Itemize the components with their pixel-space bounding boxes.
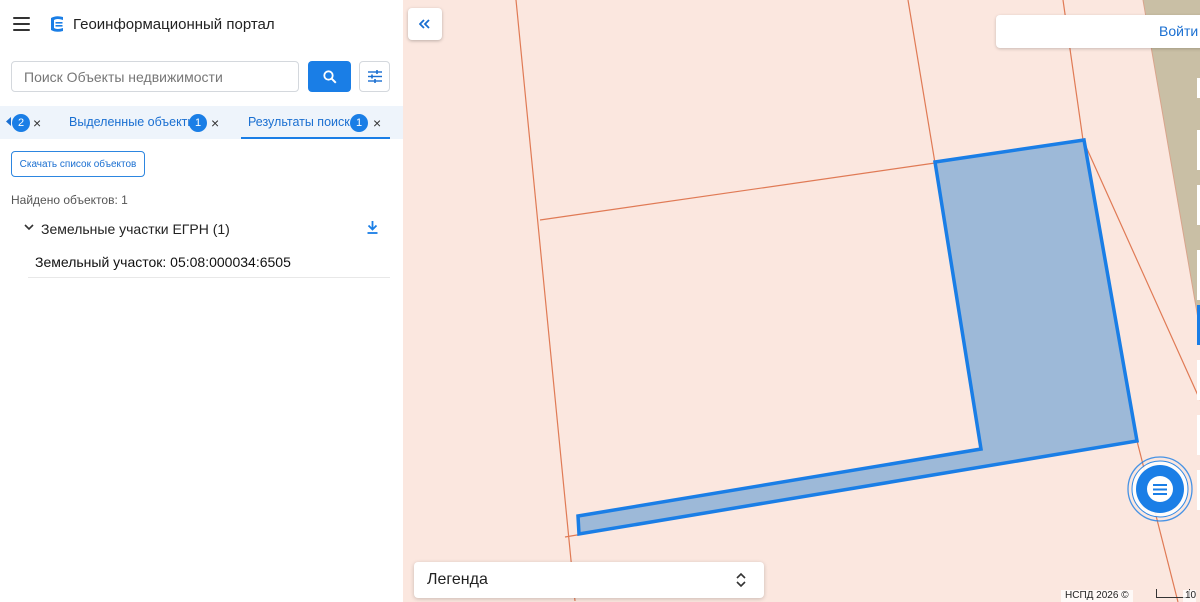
double-chevron-left-icon [419,19,430,29]
result-group-title[interactable]: Земельные участки ЕГРН (1) [41,221,230,237]
filter-sliders-icon [367,70,382,83]
filter-button[interactable] [359,61,390,92]
download-icon[interactable] [366,220,379,235]
found-count: Найдено объектов: 1 [11,193,128,207]
map-canvas[interactable] [403,0,1200,602]
expand-collapse-icon[interactable] [736,572,746,588]
legend-title: Легенда [427,571,488,588]
active-tab-indicator [241,137,390,139]
side-panel: Геоинформационный портал 2 × Выделенные … [0,0,403,602]
portal-logo-icon [51,16,63,32]
search-icon [322,69,337,84]
tab-search-results[interactable]: Результаты поиска [248,115,357,129]
chat-icon[interactable] [1125,454,1195,524]
tab-badge: 2 [12,114,30,132]
list-item[interactable]: Земельный участок: 05:08:000034:6505 [28,247,390,278]
scale-label: 10 [1183,590,1197,602]
tab-close-icon[interactable]: × [33,116,41,130]
map-view[interactable]: Войти Легенда НСПД 2026 © 10 [403,0,1200,602]
chevron-down-icon[interactable] [24,224,34,231]
legend-panel[interactable]: Легенда [414,562,764,598]
search-button[interactable] [308,61,351,92]
tab-bar: 2 × Выделенные объекты 1 × Результаты по… [0,106,403,139]
tab-badge: 1 [189,114,207,132]
search-input[interactable] [11,61,299,92]
hamburger-icon[interactable] [13,17,30,31]
app-title: Геоинформационный портал [73,16,275,33]
login-button[interactable]: Войти [1159,23,1198,39]
tab-close-icon[interactable]: × [211,116,219,130]
tab-badge: 1 [350,114,368,132]
download-list-button[interactable]: Скачать список объектов [11,151,145,177]
login-box: Войти [996,15,1200,48]
tab-selected-objects[interactable]: Выделенные объекты [69,115,196,129]
collapse-panel-button[interactable] [408,8,442,40]
result-item-label: Земельный участок: 05:08:000034:6505 [35,254,291,270]
map-attribution: НСПД 2026 © [1061,590,1133,602]
tab-close-icon[interactable]: × [373,116,381,130]
top-bar: Геоинформационный портал [0,0,403,50]
